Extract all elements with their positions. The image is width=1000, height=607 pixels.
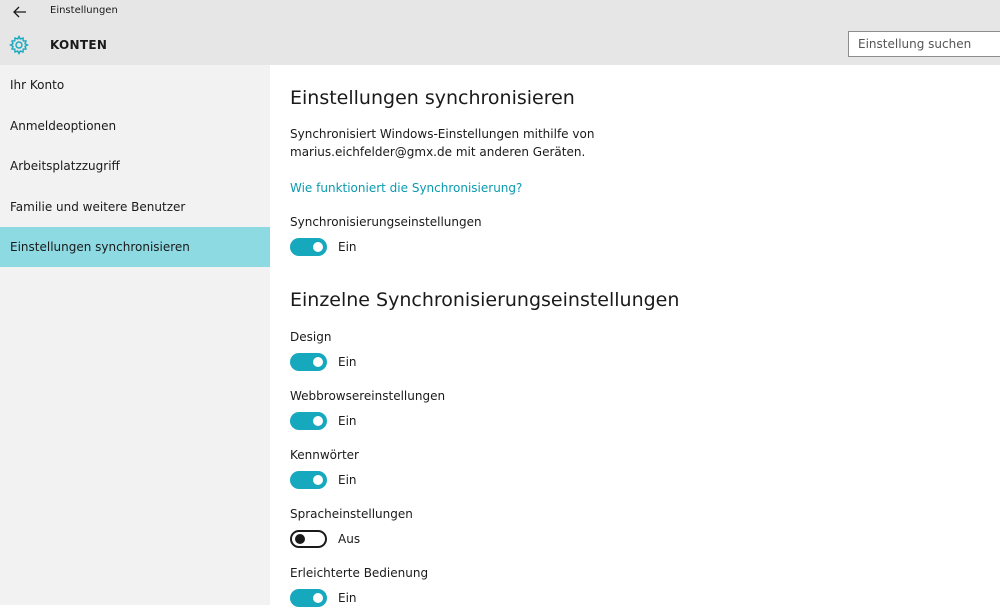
- back-arrow-icon: [13, 6, 26, 18]
- toggle-state-text: Ein: [338, 240, 357, 254]
- sidebar-item-ihr-konto[interactable]: Ihr Konto: [0, 65, 270, 105]
- sidebar-item-label: Arbeitsplatzzugriff: [10, 159, 120, 173]
- webbrowser-label: Webbrowsereinstellungen: [290, 389, 446, 403]
- design-label: Design: [290, 330, 332, 344]
- individual-settings-heading: Einzelne Synchronisierungseinstellungen: [290, 289, 680, 311]
- gear-icon: [9, 35, 29, 55]
- sync-description: Synchronisiert Windows-Einstellungen mit…: [290, 125, 594, 161]
- accessibility-row: Ein: [290, 589, 357, 607]
- master-sync-row: Ein: [290, 238, 357, 256]
- design-row: Ein: [290, 353, 357, 371]
- toggle-state-text: Ein: [338, 473, 357, 487]
- accessibility-label: Erleichterte Bedienung: [290, 566, 429, 580]
- accessibility-toggle[interactable]: [290, 589, 327, 607]
- toggle-state-text: Ein: [338, 414, 357, 428]
- sidebar-item-label: Einstellungen synchronisieren: [10, 240, 190, 254]
- language-row: Aus: [290, 530, 360, 548]
- search-box[interactable]: [848, 31, 1000, 57]
- master-sync-toggle[interactable]: [290, 238, 327, 256]
- language-toggle[interactable]: [290, 530, 327, 548]
- sidebar-item-einstellungen-synchronisieren[interactable]: Einstellungen synchronisieren: [0, 227, 270, 267]
- search-input[interactable]: [849, 32, 1000, 56]
- toggle-knob: [313, 357, 323, 367]
- webbrowser-row: Ein: [290, 412, 357, 430]
- sidebar-item-arbeitsplatzzugriff[interactable]: Arbeitsplatzzugriff: [0, 146, 270, 186]
- main-content: Einstellungen synchronisieren Synchronis…: [270, 65, 1000, 607]
- toggle-knob: [313, 416, 323, 426]
- title-bar: Einstellungen KONTEN: [0, 0, 1000, 65]
- sync-help-link[interactable]: Wie funktioniert die Synchronisierung?: [290, 180, 522, 196]
- toggle-knob: [313, 242, 323, 252]
- webbrowser-toggle[interactable]: [290, 412, 327, 430]
- toggle-state-text: Aus: [338, 532, 361, 546]
- sidebar-item-label: Familie und weitere Benutzer: [10, 200, 186, 214]
- sidebar: Ihr Konto Anmeldeoptionen Arbeitsplatzzu…: [0, 65, 270, 605]
- page-title: Einstellungen synchronisieren: [290, 87, 575, 109]
- language-label: Spracheinstellungen: [290, 507, 413, 521]
- sidebar-item-label: Ihr Konto: [10, 78, 65, 92]
- sync-description-line-1: Synchronisiert Windows-Einstellungen mit…: [290, 127, 595, 141]
- passwords-label: Kennwörter: [290, 448, 359, 462]
- sidebar-item-anmeldeoptionen[interactable]: Anmeldeoptionen: [0, 106, 270, 146]
- sync-description-line-2: marius.eichfelder@gmx.de mit anderen Ger…: [290, 145, 586, 159]
- design-toggle[interactable]: [290, 353, 327, 371]
- toggle-state-text: Ein: [338, 591, 357, 605]
- toggle-knob: [313, 593, 323, 603]
- toggle-knob: [313, 475, 323, 485]
- toggle-knob: [295, 534, 305, 544]
- master-sync-label: Synchronisierungseinstellungen: [290, 215, 482, 229]
- back-button[interactable]: [10, 2, 30, 22]
- passwords-toggle[interactable]: [290, 471, 327, 489]
- sidebar-item-label: Anmeldeoptionen: [10, 119, 117, 133]
- section-title: KONTEN: [50, 38, 108, 52]
- passwords-row: Ein: [290, 471, 357, 489]
- toggle-state-text: Ein: [338, 355, 357, 369]
- window-title: Einstellungen: [50, 5, 118, 16]
- sidebar-item-familie[interactable]: Familie und weitere Benutzer: [0, 187, 270, 227]
